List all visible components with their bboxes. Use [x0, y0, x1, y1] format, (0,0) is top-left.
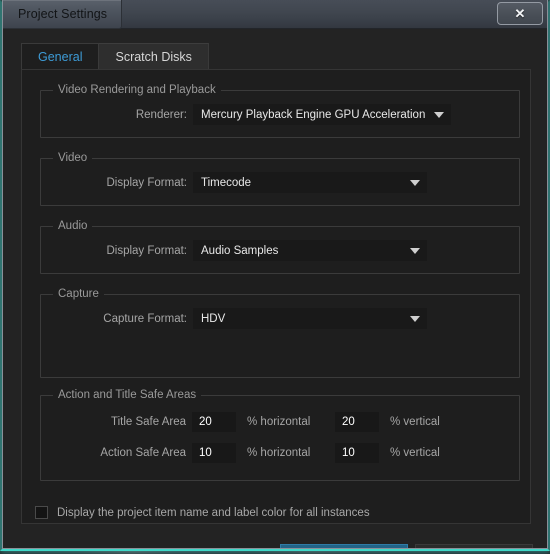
action-safe-vertical-input[interactable]: 10	[335, 443, 379, 463]
title-safe-vertical-value: 20	[342, 416, 355, 428]
window-title: Project Settings	[18, 7, 108, 21]
action-safe-area-label: Action Safe Area	[100, 447, 186, 459]
close-button[interactable]: ✕	[497, 2, 543, 25]
title-bar: Project Settings ✕	[3, 0, 547, 29]
group-action-and-title-safe-areas: Action and Title Safe Areas Title Safe A…	[40, 389, 520, 481]
audio-display-format-row: Display Format: Audio Samples	[41, 240, 519, 261]
audio-display-format-dropdown[interactable]: Audio Samples	[193, 240, 427, 261]
tab-scratch-disks[interactable]: Scratch Disks	[99, 43, 209, 70]
group-title-video: Video	[53, 152, 93, 164]
window-title-tab: Project Settings	[3, 0, 123, 29]
group-capture: Capture Capture Format: HDV	[40, 288, 520, 378]
group-video: Video Display Format: Timecode	[40, 152, 520, 206]
capture-format-label: Capture Format:	[103, 312, 187, 325]
capture-format-row: Capture Format: HDV	[41, 308, 519, 329]
video-display-format-value: Timecode	[201, 176, 252, 189]
tab-strip: General Scratch Disks	[21, 43, 531, 70]
chevron-down-icon	[434, 111, 445, 118]
action-safe-horizontal-value: 10	[199, 447, 212, 459]
title-safe-vertical-unit: % vertical	[390, 416, 440, 428]
video-display-format-row: Display Format: Timecode	[41, 172, 519, 193]
title-safe-area-label: Title Safe Area	[110, 416, 186, 428]
video-display-format-dropdown[interactable]: Timecode	[193, 172, 427, 193]
video-display-format-label: Display Format:	[106, 176, 187, 189]
title-safe-horizontal-unit: % horizontal	[247, 416, 311, 428]
general-tab-panel: Video Rendering and Playback Renderer: M…	[21, 69, 531, 524]
chevron-down-icon	[410, 315, 420, 322]
ok-button[interactable]: OK	[280, 544, 408, 548]
capture-format-dropdown[interactable]: HDV	[193, 308, 427, 329]
project-settings-dialog: Project Settings ✕ General Scratch Disks…	[2, 0, 548, 549]
title-safe-vertical-input[interactable]: 20	[335, 412, 379, 432]
checkbox-label: Display the project item name and label …	[57, 506, 370, 519]
group-title-safe-areas: Action and Title Safe Areas	[53, 389, 202, 401]
renderer-row: Renderer: Mercury Playback Engine GPU Ac…	[41, 104, 519, 125]
title-safe-area-row: Title Safe Area 20 % horizontal 20 % ver…	[41, 412, 519, 432]
group-audio: Audio Display Format: Audio Samples	[40, 220, 520, 274]
chevron-down-icon	[410, 247, 420, 254]
renderer-dropdown-value: Mercury Playback Engine GPU Acceleration	[201, 108, 426, 121]
action-safe-area-row: Action Safe Area 10 % horizontal 10 % ve…	[41, 443, 519, 463]
dialog-body: General Scratch Disks Video Rendering an…	[3, 29, 547, 548]
audio-display-format-value: Audio Samples	[201, 244, 279, 257]
audio-display-format-label: Display Format:	[106, 244, 187, 257]
group-title-video-rendering: Video Rendering and Playback	[53, 84, 221, 96]
action-safe-vertical-unit: % vertical	[390, 447, 440, 459]
group-title-capture: Capture	[53, 288, 104, 300]
cancel-button[interactable]: Cancel	[415, 544, 533, 548]
action-safe-horizontal-input[interactable]: 10	[192, 443, 236, 463]
group-video-rendering-and-playback: Video Rendering and Playback Renderer: M…	[40, 84, 520, 138]
renderer-label: Renderer:	[135, 108, 187, 121]
title-safe-horizontal-input[interactable]: 20	[192, 412, 236, 432]
renderer-dropdown[interactable]: Mercury Playback Engine GPU Acceleration	[193, 104, 452, 125]
chevron-down-icon	[410, 179, 420, 186]
group-title-audio: Audio	[53, 220, 93, 232]
tab-general[interactable]: General	[21, 43, 100, 70]
title-safe-horizontal-value: 20	[199, 416, 212, 428]
checkbox-icon[interactable]	[35, 506, 48, 519]
capture-format-value: HDV	[201, 312, 226, 325]
display-project-item-name-checkbox-row[interactable]: Display the project item name and label …	[35, 506, 370, 519]
close-icon: ✕	[514, 6, 526, 21]
action-safe-horizontal-unit: % horizontal	[247, 447, 311, 459]
action-safe-vertical-value: 10	[342, 447, 355, 459]
